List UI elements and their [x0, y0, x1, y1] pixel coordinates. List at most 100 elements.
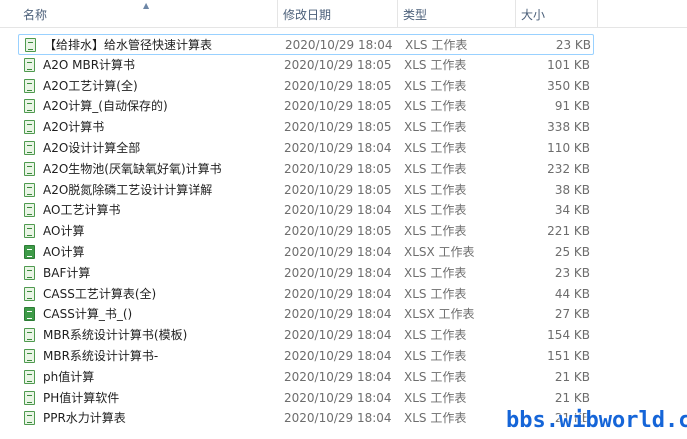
sort-ascending-icon: ▲ [143, 1, 150, 10]
file-size: 23 KB [555, 38, 591, 52]
file-row[interactable]: A2O生物池(厌氧缺氧好氧)计算书 2020/10/29 18:05 XLS 工作表… [18, 159, 594, 180]
file-type: XLS 工作表 [404, 224, 467, 239]
file-modified-date: 2020/10/29 18:04 [284, 141, 392, 155]
file-name: A2O MBR计算书 [43, 57, 136, 72]
file-size: 21 KB [554, 390, 590, 405]
file-modified-date: 2020/10/29 18:05 [284, 182, 392, 197]
file-modified-date: 2020/10/29 18:05 [284, 224, 392, 239]
excel-file-icon [24, 182, 35, 197]
file-row[interactable]: A2O脱氮除磷工艺设计计算详解 2020/10/29 18:05 XLS 工作表 38… [18, 180, 594, 201]
excel-file-icon [24, 99, 35, 114]
file-row[interactable]: A2O工艺计算(全) 2020/10/29 18:05 XLS 工作表 350 KB [18, 76, 594, 97]
file-type: XLS 工作表 [404, 99, 467, 114]
excel-file-icon [24, 307, 35, 322]
file-name: MBR系统设计计算书- [43, 349, 159, 363]
file-type: XLS 工作表 [404, 57, 467, 72]
file-row[interactable]: 【给排水】给水管径快速计算表 2020/10/29 18:04 XLS 工作表 23 … [18, 34, 594, 55]
column-header-type-label: 类型 [403, 8, 428, 22]
file-modified-date: 2020/10/29 18:04 [285, 38, 393, 52]
file-row[interactable]: MBR系统设计计算书(模板) 2020/10/29 18:04 XLS 工作表 154… [18, 325, 594, 346]
file-modified-date: 2020/10/29 18:05 [284, 161, 392, 176]
file-row[interactable]: MBR系统设计计算书- 2020/10/29 18:04 XLS 工作表 151 KB [18, 346, 594, 367]
file-modified-date: 2020/10/29 18:04 [284, 390, 392, 405]
file-row[interactable]: AO计算 2020/10/29 18:05 XLS 工作表 221 KB [18, 221, 594, 242]
file-modified-date: 2020/10/29 18:05 [284, 120, 392, 135]
file-type: XLS 工作表 [404, 349, 467, 363]
file-name: ph值计算 [43, 369, 95, 384]
excel-file-icon [24, 369, 35, 384]
column-header-type[interactable]: 类型 [398, 0, 516, 27]
file-size: 221 KB [547, 224, 590, 239]
file-type: XLS 工作表 [404, 120, 467, 135]
file-modified-date: 2020/10/29 18:04 [284, 265, 392, 280]
excel-file-icon [24, 390, 35, 405]
file-type: XLS 工作表 [405, 38, 468, 52]
file-name: 【给排水】给水管径快速计算表 [44, 38, 213, 52]
file-name: AO计算 [43, 224, 85, 239]
file-modified-date: 2020/10/29 18:04 [284, 411, 392, 426]
file-modified-date: 2020/10/29 18:05 [284, 78, 392, 93]
file-type: XLS 工作表 [404, 161, 467, 176]
file-name: AO计算 [43, 245, 85, 259]
file-modified-date: 2020/10/29 18:04 [284, 203, 392, 218]
excel-file-icon [24, 203, 35, 218]
file-type: XLS 工作表 [404, 411, 467, 426]
file-name: MBR系统设计计算书(模板) [43, 328, 188, 343]
file-name: A2O生物池(厌氧缺氧好氧)计算书 [43, 161, 222, 176]
file-row[interactable]: A2O计算书 2020/10/29 18:05 XLS 工作表 338 KB [18, 117, 594, 138]
file-modified-date: 2020/10/29 18:04 [284, 307, 392, 322]
column-header-date[interactable]: 修改日期 [278, 0, 398, 27]
file-size: 151 KB [547, 349, 590, 363]
file-modified-date: 2020/10/29 18:04 [284, 369, 392, 384]
file-size: 38 KB [554, 182, 590, 197]
file-row[interactable]: CASS计算_书_() 2020/10/29 18:04 XLSX 工作表 27 KB [18, 304, 594, 325]
file-modified-date: 2020/10/29 18:05 [284, 57, 392, 72]
column-header-size[interactable]: 大小 [516, 0, 598, 27]
file-type: XLS 工作表 [404, 286, 467, 301]
file-type: XLS 工作表 [404, 328, 467, 343]
column-header-name-label: 名称 [23, 8, 48, 22]
file-row[interactable]: A2O MBR计算书 2020/10/29 18:05 XLS 工作表 101 KB [18, 55, 594, 76]
column-header-size-label: 大小 [521, 8, 546, 22]
excel-file-icon [24, 141, 35, 155]
file-name: AO工艺计算书 [43, 203, 121, 218]
watermark: bbs.wibworld.com [506, 408, 687, 433]
file-modified-date: 2020/10/29 18:04 [284, 328, 392, 343]
file-row[interactable]: ph值计算 2020/10/29 18:04 XLS 工作表 21 KB [18, 367, 594, 388]
file-modified-date: 2020/10/29 18:04 [284, 245, 392, 259]
file-type: XLS 工作表 [404, 182, 467, 197]
file-type: XLS 工作表 [404, 390, 467, 405]
file-name: PH值计算软件 [43, 390, 120, 405]
file-modified-date: 2020/10/29 18:04 [284, 349, 392, 363]
file-type: XLSX 工作表 [404, 307, 475, 322]
file-size: 154 KB [547, 328, 590, 343]
file-name: A2O计算书 [43, 120, 105, 135]
file-size: 350 KB [547, 78, 590, 93]
file-type: XLS 工作表 [404, 203, 467, 218]
file-size: 44 KB [554, 286, 590, 301]
file-modified-date: 2020/10/29 18:05 [284, 99, 392, 114]
file-size: 91 KB [554, 99, 590, 114]
file-name: A2O脱氮除磷工艺设计计算详解 [43, 182, 213, 197]
file-row[interactable]: PH值计算软件 2020/10/29 18:04 XLS 工作表 21 KB [18, 388, 594, 409]
file-modified-date: 2020/10/29 18:04 [284, 286, 392, 301]
file-name: A2O设计计算全部 [43, 141, 141, 155]
file-row[interactable]: A2O设计计算全部 2020/10/29 18:04 XLS 工作表 110 KB [18, 138, 594, 159]
column-header-date-label: 修改日期 [283, 8, 332, 22]
excel-file-icon [24, 349, 35, 363]
file-size: 101 KB [547, 57, 590, 72]
file-size: 21 KB [554, 369, 590, 384]
file-name: CASS计算_书_() [43, 307, 133, 322]
file-name: BAF计算 [43, 265, 91, 280]
file-row[interactable]: BAF计算 2020/10/29 18:04 XLS 工作表 23 KB [18, 263, 594, 284]
excel-file-icon [24, 265, 35, 280]
file-row[interactable]: AO计算 2020/10/29 18:04 XLSX 工作表 25 KB [18, 242, 594, 263]
file-type: XLSX 工作表 [404, 245, 475, 259]
file-row[interactable]: AO工艺计算书 2020/10/29 18:04 XLS 工作表 34 KB [18, 200, 594, 221]
file-row[interactable]: A2O计算_(自动保存的) 2020/10/29 18:05 XLS 工作表 91 K… [18, 96, 594, 117]
excel-file-icon [24, 286, 35, 301]
file-type: XLS 工作表 [404, 265, 467, 280]
excel-file-icon [24, 224, 35, 239]
file-name: A2O计算_(自动保存的) [43, 99, 168, 114]
file-row[interactable]: CASS工艺计算表(全) 2020/10/29 18:04 XLS 工作表 44 KB [18, 284, 594, 305]
